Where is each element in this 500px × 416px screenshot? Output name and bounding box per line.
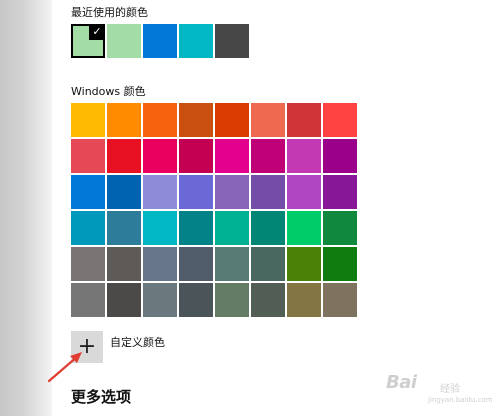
windows-color-swatch[interactable]: [143, 283, 177, 317]
windows-colors-grid: [71, 103, 357, 317]
windows-color-swatch[interactable]: [71, 283, 105, 317]
windows-color-swatch[interactable]: [323, 103, 357, 137]
windows-color-swatch[interactable]: [287, 139, 321, 173]
windows-color-swatch[interactable]: [251, 139, 285, 173]
windows-color-swatch[interactable]: [287, 211, 321, 245]
windows-color-swatch[interactable]: [179, 103, 213, 137]
windows-color-swatch[interactable]: [215, 247, 249, 281]
windows-color-swatch[interactable]: [287, 103, 321, 137]
windows-color-swatch[interactable]: [179, 211, 213, 245]
windows-color-swatch[interactable]: [107, 175, 141, 209]
windows-colors-label: Windows 颜色: [71, 85, 146, 98]
windows-color-swatch[interactable]: [107, 139, 141, 173]
windows-color-swatch[interactable]: [71, 247, 105, 281]
windows-color-swatch[interactable]: [143, 139, 177, 173]
windows-color-swatch[interactable]: [107, 103, 141, 137]
windows-color-swatch[interactable]: [287, 175, 321, 209]
windows-color-swatch[interactable]: [179, 247, 213, 281]
recent-color-swatch[interactable]: [215, 24, 249, 58]
windows-color-swatch[interactable]: [215, 139, 249, 173]
windows-color-swatch[interactable]: [323, 247, 357, 281]
background-blur-strip: [0, 0, 52, 416]
windows-color-swatch[interactable]: [71, 139, 105, 173]
watermark-sub: 经验: [440, 384, 460, 395]
windows-color-swatch[interactable]: [71, 175, 105, 209]
windows-color-swatch[interactable]: [215, 211, 249, 245]
watermark-brand: Bai: [386, 372, 417, 393]
recent-color-swatch[interactable]: [143, 24, 177, 58]
windows-color-swatch[interactable]: [179, 283, 213, 317]
windows-color-swatch[interactable]: [71, 211, 105, 245]
custom-color-label[interactable]: 自定义颜色: [110, 334, 165, 350]
recent-colors-row: ✓: [71, 24, 249, 58]
windows-color-swatch[interactable]: [287, 247, 321, 281]
windows-color-swatch[interactable]: [107, 247, 141, 281]
windows-color-swatch[interactable]: [143, 247, 177, 281]
windows-color-swatch[interactable]: [251, 283, 285, 317]
windows-color-swatch[interactable]: [107, 283, 141, 317]
baidu-watermark: Bai 经验 jingyan.baidu.com: [384, 370, 494, 410]
windows-color-swatch[interactable]: [251, 103, 285, 137]
annotation-arrow: [47, 352, 82, 383]
recent-colors-label: 最近使用的颜色: [71, 6, 148, 19]
checkmark-icon: ✓: [89, 24, 105, 40]
windows-color-swatch[interactable]: [323, 139, 357, 173]
more-options-heading: 更多选项: [71, 388, 132, 406]
recent-color-swatch[interactable]: ✓: [71, 24, 105, 58]
recent-color-swatch[interactable]: [179, 24, 213, 58]
windows-color-swatch[interactable]: [215, 103, 249, 137]
windows-color-swatch[interactable]: [323, 175, 357, 209]
windows-color-swatch[interactable]: [323, 211, 357, 245]
windows-color-swatch[interactable]: [215, 283, 249, 317]
windows-color-swatch[interactable]: [215, 175, 249, 209]
windows-color-swatch[interactable]: [323, 283, 357, 317]
windows-color-swatch[interactable]: [251, 211, 285, 245]
windows-color-swatch[interactable]: [179, 175, 213, 209]
windows-color-swatch[interactable]: [143, 103, 177, 137]
windows-color-swatch[interactable]: [287, 283, 321, 317]
windows-color-swatch[interactable]: [143, 175, 177, 209]
windows-color-swatch[interactable]: [143, 211, 177, 245]
recent-color-swatch[interactable]: [107, 24, 141, 58]
windows-color-swatch[interactable]: [251, 247, 285, 281]
windows-color-swatch[interactable]: [251, 175, 285, 209]
windows-color-swatch[interactable]: [71, 103, 105, 137]
watermark-url: jingyan.baidu.com: [428, 396, 493, 404]
windows-color-swatch[interactable]: [107, 211, 141, 245]
windows-color-swatch[interactable]: [179, 139, 213, 173]
